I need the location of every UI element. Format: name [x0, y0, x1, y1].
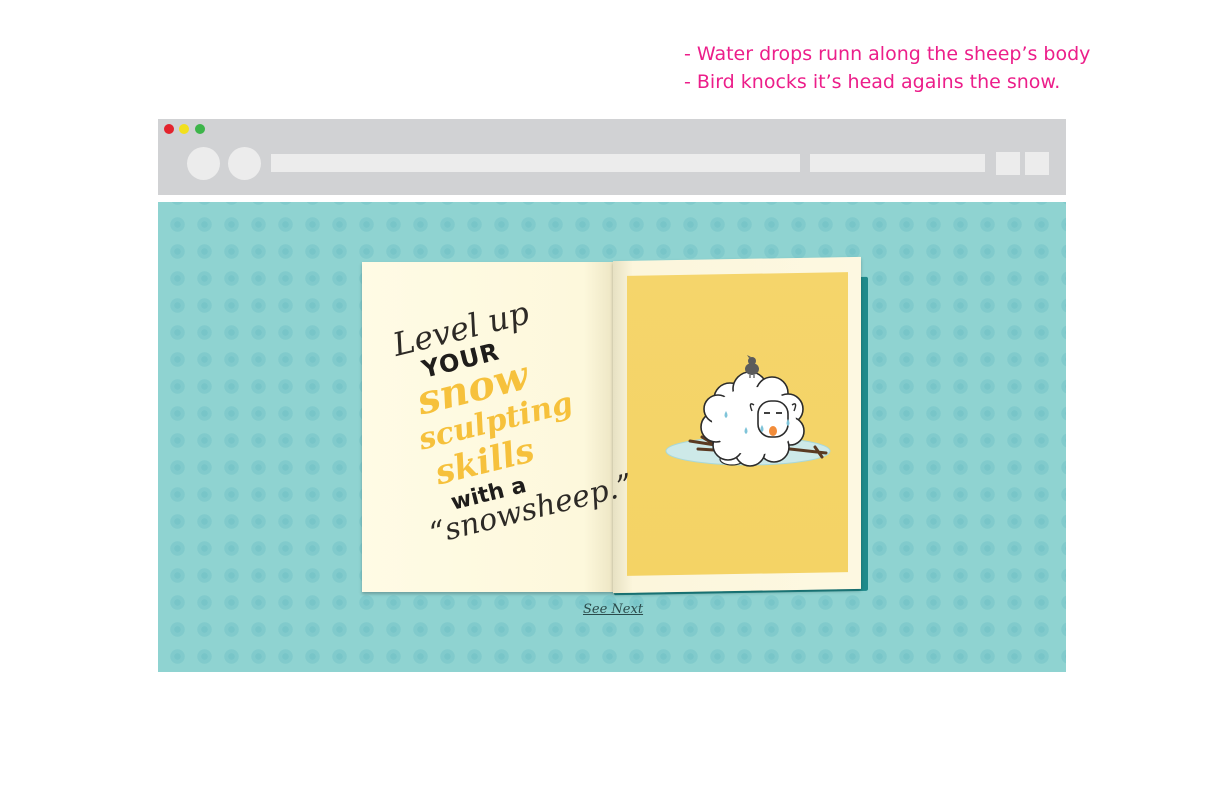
minimize-window-button[interactable]: [179, 124, 189, 134]
browser-toolbar: [158, 119, 1066, 195]
note-water-drops: - Water drops runn along the sheep’s bod…: [684, 43, 1091, 65]
close-window-button[interactable]: [164, 124, 174, 134]
note-bird: - Bird knocks it’s head agains the snow.: [684, 71, 1061, 93]
search-bar[interactable]: [810, 154, 985, 172]
page-viewport: Level up YOUR snow sculpting skills with…: [158, 202, 1066, 672]
back-button[interactable]: [187, 147, 220, 180]
annotation-notes: - Water drops runn along the sheep’s bod…: [684, 40, 1090, 96]
greeting-card: Level up YOUR snow sculpting skills with…: [362, 256, 868, 596]
toolbar-button-2[interactable]: [1025, 152, 1049, 175]
maximize-window-button[interactable]: [195, 124, 205, 134]
toolbar-button-1[interactable]: [996, 152, 1020, 175]
browser-window: Level up YOUR snow sculpting skills with…: [158, 119, 1066, 672]
snow-sheep-illustration: [665, 355, 831, 467]
see-next-link[interactable]: See Next: [583, 602, 643, 617]
carrot-nose: [769, 426, 777, 436]
address-bar[interactable]: [271, 154, 800, 172]
forward-button[interactable]: [228, 147, 261, 180]
